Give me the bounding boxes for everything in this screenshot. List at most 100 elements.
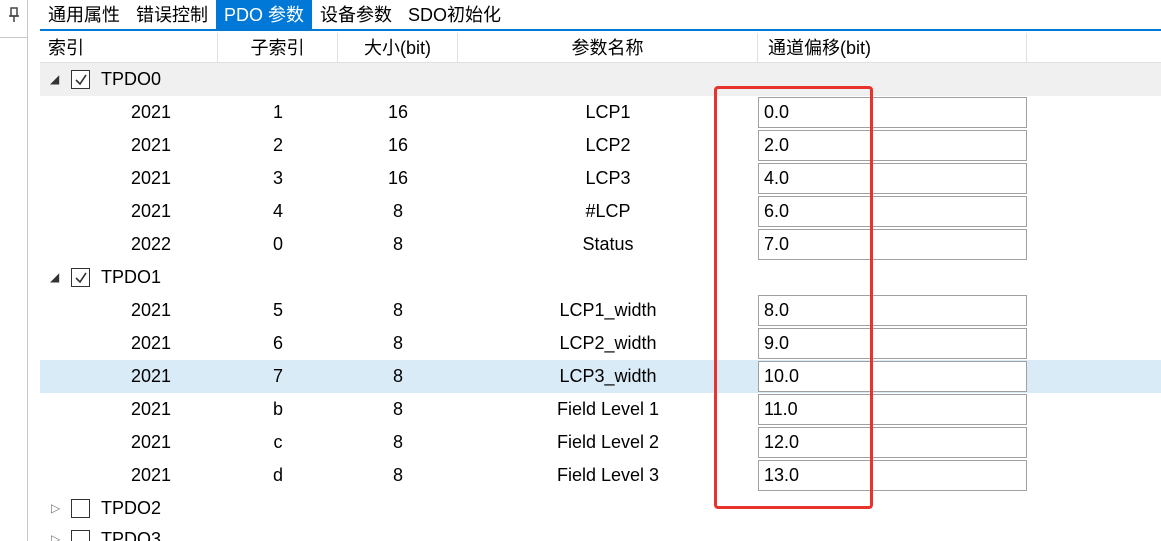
table-row[interactable]: 2021 6 8 LCP2_width 9.0	[40, 327, 1161, 360]
tab-strip: 通用属性 错误控制 PDO 参数 设备参数 SDO初始化	[40, 0, 1161, 31]
offset-input[interactable]: 11.0	[758, 394, 1027, 425]
tpdo2-checkbox[interactable]	[71, 499, 90, 518]
cell-subindex: b	[272, 399, 283, 419]
cell-subindex: c	[273, 432, 283, 452]
tab-sdo-init[interactable]: SDO初始化	[400, 0, 509, 29]
checkmark-icon	[75, 74, 87, 86]
cell-subindex: 5	[272, 300, 283, 320]
table-row[interactable]: 2021 2 16 LCP2 2.0	[40, 129, 1161, 162]
cell-name: Field Level 1	[556, 399, 660, 419]
tpdo0-checkbox[interactable]	[71, 70, 90, 89]
cell-subindex: d	[272, 465, 283, 485]
table-row[interactable]: 2021 5 8 LCP1_width 8.0	[40, 294, 1161, 327]
group-row-tpdo1[interactable]: ◢ TPDO1	[40, 261, 1161, 294]
cell-index: 2021	[131, 333, 172, 353]
table-row[interactable]: 2021 b 8 Field Level 1 11.0	[40, 393, 1161, 426]
offset-input[interactable]: 7.0	[758, 229, 1027, 260]
cell-size: 16	[387, 168, 409, 188]
table-row[interactable]: 2021 1 16 LCP1 0.0	[40, 96, 1161, 129]
cell-name: LCP1_width	[559, 300, 657, 320]
offset-input[interactable]: 10.0	[758, 361, 1027, 392]
cell-name: Field Level 3	[556, 465, 660, 485]
column-header-name[interactable]: 参数名称	[458, 33, 758, 63]
group-label: TPDO3	[101, 529, 162, 541]
cell-size: 16	[387, 102, 409, 122]
group-row-tpdo2[interactable]: ▷ TPDO2	[40, 492, 1161, 525]
cell-size: 8	[392, 465, 403, 485]
cell-index: 2021	[131, 168, 172, 188]
cell-size: 8	[392, 333, 403, 353]
dock-divider	[0, 37, 27, 38]
column-header-subindex[interactable]: 子索引	[218, 33, 338, 63]
cell-subindex: 6	[272, 333, 283, 353]
cell-name: LCP1	[585, 102, 631, 122]
offset-input[interactable]: 2.0	[758, 130, 1027, 161]
offset-input[interactable]: 13.0	[758, 460, 1027, 491]
triangle-right-icon[interactable]: ▷	[51, 492, 60, 525]
triangle-down-icon[interactable]: ◢	[50, 261, 59, 294]
cell-size: 8	[392, 300, 403, 320]
tpdo3-checkbox[interactable]	[71, 530, 90, 541]
cell-size: 8	[392, 234, 403, 254]
cell-index: 2022	[131, 234, 172, 254]
dock-strip	[0, 0, 28, 541]
cell-name: Field Level 2	[556, 432, 660, 452]
column-header-offset[interactable]: 通道偏移(bit)	[758, 33, 1027, 63]
tab-general[interactable]: 通用属性	[40, 0, 128, 29]
cell-subindex: 4	[272, 201, 283, 221]
cell-index: 2021	[131, 135, 172, 155]
cell-index: 2021	[131, 300, 172, 320]
cell-subindex: 7	[272, 366, 283, 386]
group-label: TPDO0	[101, 69, 162, 89]
offset-input[interactable]: 9.0	[758, 328, 1027, 359]
cell-size: 8	[392, 201, 403, 221]
pin-icon[interactable]	[7, 6, 21, 24]
table-row[interactable]: 2021 4 8 #LCP 6.0	[40, 195, 1161, 228]
tpdo1-checkbox[interactable]	[71, 268, 90, 287]
cell-name: LCP3_width	[559, 366, 657, 386]
offset-input[interactable]: 8.0	[758, 295, 1027, 326]
cell-name: Status	[582, 234, 634, 254]
group-label: TPDO2	[101, 498, 162, 518]
cell-size: 16	[387, 135, 409, 155]
cell-subindex: 2	[272, 135, 283, 155]
triangle-right-icon[interactable]: ▷	[51, 523, 60, 541]
cell-name: LCP2	[585, 135, 631, 155]
tab-device-parameters[interactable]: 设备参数	[312, 0, 400, 29]
table-row[interactable]: 2021 3 16 LCP3 4.0	[40, 162, 1161, 195]
grid-header: 索引 子索引 大小(bit) 参数名称 通道偏移(bit)	[40, 33, 1161, 63]
cell-name: LCP3	[585, 168, 631, 188]
table-row[interactable]: 2021 c 8 Field Level 2 12.0	[40, 426, 1161, 459]
pdo-parameter-window: 通用属性 错误控制 PDO 参数 设备参数 SDO初始化 索引 子索引 大小(b…	[0, 0, 1161, 541]
column-header-size[interactable]: 大小(bit)	[338, 33, 458, 63]
table-row[interactable]: 2022 0 8 Status 7.0	[40, 228, 1161, 261]
cell-size: 8	[392, 432, 403, 452]
group-row-tpdo0[interactable]: ◢ TPDO0	[40, 63, 1161, 96]
group-label: TPDO1	[101, 267, 162, 287]
cell-subindex: 0	[272, 234, 283, 254]
cell-index: 2021	[131, 201, 172, 221]
cell-index: 2021	[131, 102, 172, 122]
checkmark-icon	[75, 272, 87, 284]
cell-index: 2021	[131, 366, 172, 386]
cell-size: 8	[392, 366, 403, 386]
cell-index: 2021	[131, 399, 172, 419]
table-row-selected[interactable]: 2021 7 8 LCP3_width 10.0	[40, 360, 1161, 393]
offset-input[interactable]: 6.0	[758, 196, 1027, 227]
offset-input[interactable]: 0.0	[758, 97, 1027, 128]
triangle-down-icon[interactable]: ◢	[50, 63, 59, 96]
column-header-index[interactable]: 索引	[40, 33, 218, 63]
cell-size: 8	[392, 399, 403, 419]
table-row[interactable]: 2021 d 8 Field Level 3 13.0	[40, 459, 1161, 492]
cell-subindex: 3	[272, 168, 283, 188]
offset-input[interactable]: 12.0	[758, 427, 1027, 458]
cell-index: 2021	[131, 465, 172, 485]
cell-subindex: 1	[272, 102, 283, 122]
offset-input[interactable]: 4.0	[758, 163, 1027, 194]
pdo-tree-grid: 索引 子索引 大小(bit) 参数名称 通道偏移(bit) ◢ TPDO0 20…	[40, 33, 1161, 541]
cell-index: 2021	[131, 432, 172, 452]
cell-name: #LCP	[585, 201, 631, 221]
group-row-tpdo3[interactable]: ▷ TPDO3	[40, 523, 1161, 541]
tab-pdo-parameters[interactable]: PDO 参数	[216, 0, 313, 29]
tab-error-control[interactable]: 错误控制	[128, 0, 216, 29]
